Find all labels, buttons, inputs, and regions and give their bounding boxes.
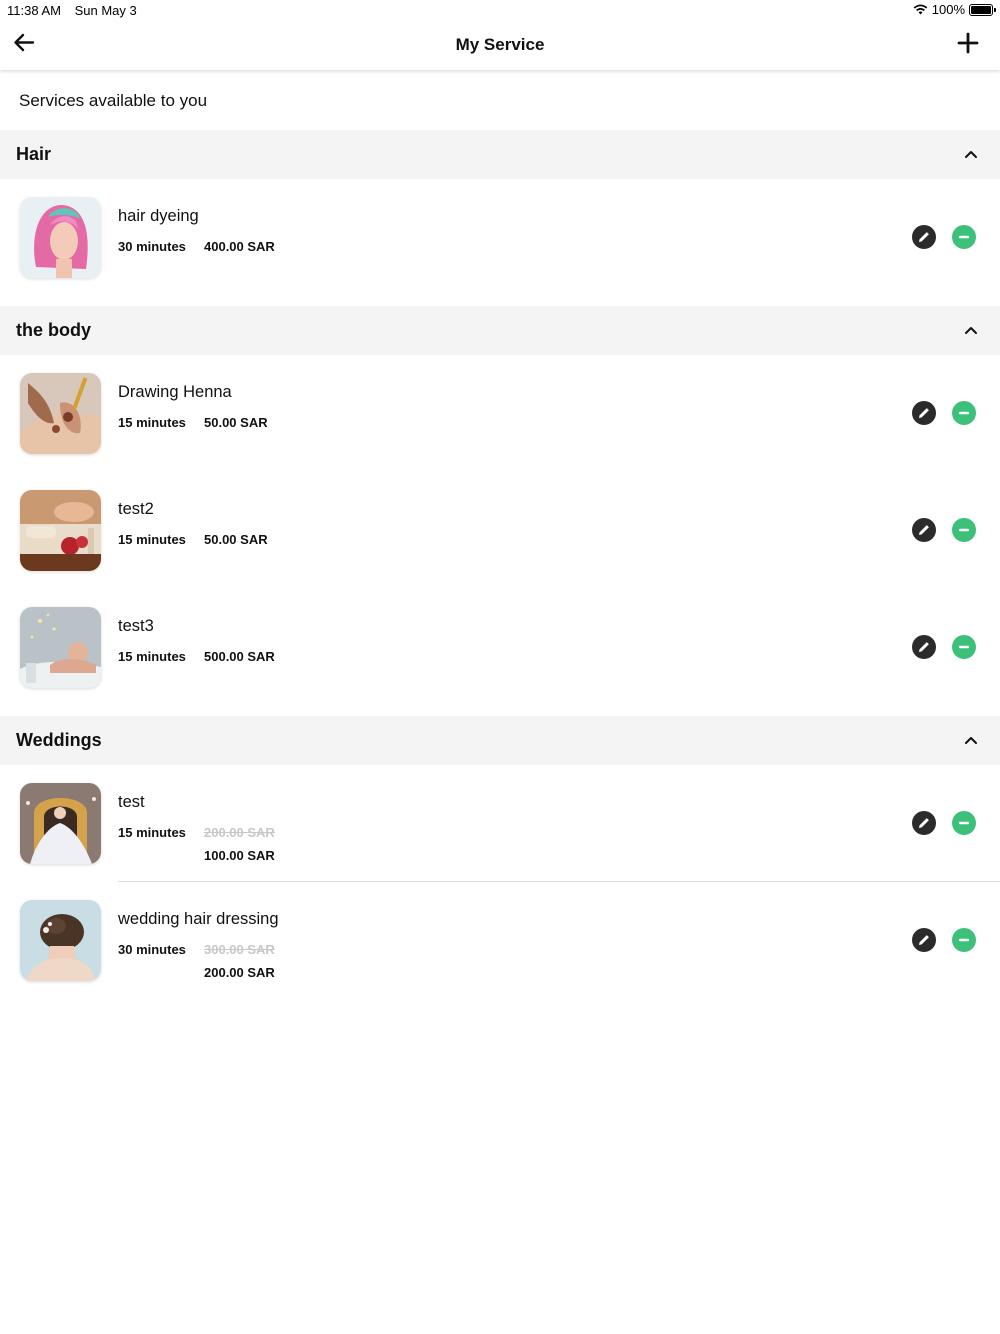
pencil-icon xyxy=(919,232,929,242)
minus-icon xyxy=(959,411,969,415)
service-duration: 15 minutes xyxy=(118,415,186,430)
chevron-up-icon[interactable] xyxy=(964,148,978,160)
service-original-price: 200.00 SAR xyxy=(204,825,275,840)
add-service-button[interactable] xyxy=(956,31,980,55)
battery-percent: 100% xyxy=(931,2,965,17)
service-row: test3 15 minutes 500.00 SAR xyxy=(0,589,1000,706)
minus-icon xyxy=(959,821,969,825)
service-price: 400.00 SAR xyxy=(204,239,275,254)
service-image xyxy=(20,607,101,688)
service-row: test 15 minutes 200.00 SAR 100.00 SAR xyxy=(0,765,1000,882)
service-price: 50.00 SAR xyxy=(204,415,268,430)
remove-service-button[interactable] xyxy=(952,635,976,659)
service-row: Drawing Henna 15 minutes 50.00 SAR xyxy=(0,355,1000,472)
section-header-weddings[interactable]: Weddings xyxy=(0,716,1000,765)
service-price: 500.00 SAR xyxy=(204,649,275,664)
section-title: Weddings xyxy=(16,730,102,750)
remove-service-button[interactable] xyxy=(952,225,976,249)
service-row: test2 15 minutes 50.00 SAR xyxy=(0,472,1000,589)
section-title: the body xyxy=(16,320,91,340)
service-image xyxy=(20,783,101,864)
service-duration: 15 minutes xyxy=(118,532,186,547)
chevron-up-icon[interactable] xyxy=(964,324,978,336)
section-header-the-body[interactable]: the body xyxy=(0,306,1000,355)
service-image xyxy=(20,490,101,571)
service-image xyxy=(20,900,101,981)
edit-service-button[interactable] xyxy=(912,635,936,659)
remove-service-button[interactable] xyxy=(952,811,976,835)
service-name: test xyxy=(118,793,145,811)
edit-service-button[interactable] xyxy=(912,928,936,952)
remove-service-button[interactable] xyxy=(952,401,976,425)
remove-service-button[interactable] xyxy=(952,928,976,952)
status-date: Sun May 3 xyxy=(74,3,137,18)
service-row: hair dyeing 30 minutes 400.00 SAR xyxy=(0,179,1000,296)
service-name: test3 xyxy=(118,617,154,635)
service-discounted-price: 200.00 SAR xyxy=(204,965,275,980)
section-title: Hair xyxy=(16,144,52,164)
minus-icon xyxy=(959,645,969,649)
remove-service-button[interactable] xyxy=(952,518,976,542)
service-name: Drawing Henna xyxy=(118,383,232,401)
service-duration: 30 minutes xyxy=(118,239,186,254)
service-duration: 30 minutes xyxy=(118,942,186,957)
section-header-hair[interactable]: Hair xyxy=(0,130,1000,179)
service-discounted-price: 100.00 SAR xyxy=(204,848,275,863)
pencil-icon xyxy=(919,818,929,828)
edit-service-button[interactable] xyxy=(912,811,936,835)
service-row: wedding hair dressing 30 minutes 300.00 … xyxy=(0,882,1000,999)
wifi-icon xyxy=(913,4,928,15)
minus-icon xyxy=(959,938,969,942)
navigation-bar: My Service xyxy=(0,22,1000,70)
service-image xyxy=(20,373,101,454)
plus-icon xyxy=(957,32,979,54)
service-duration: 15 minutes xyxy=(118,649,186,664)
chevron-up-icon[interactable] xyxy=(964,734,978,746)
edit-service-button[interactable] xyxy=(912,225,936,249)
service-price: 50.00 SAR xyxy=(204,532,268,547)
service-name: hair dyeing xyxy=(118,207,199,225)
edit-service-button[interactable] xyxy=(912,401,936,425)
services-intro-text: Services available to you xyxy=(19,91,208,110)
pencil-icon xyxy=(919,525,929,535)
status-time: 11:38 AM xyxy=(7,3,61,18)
pencil-icon xyxy=(919,935,929,945)
minus-icon xyxy=(959,235,969,239)
page-title: My Service xyxy=(455,35,545,54)
status-bar: 11:38 AM Sun May 3 100% xyxy=(0,0,1000,22)
service-duration: 15 minutes xyxy=(118,825,186,840)
pencil-icon xyxy=(919,408,929,418)
service-name: test2 xyxy=(118,500,154,518)
pencil-icon xyxy=(919,642,929,652)
minus-icon xyxy=(959,528,969,532)
service-image xyxy=(20,197,101,278)
edit-service-button[interactable] xyxy=(912,518,936,542)
battery-icon xyxy=(969,3,996,16)
service-name: wedding hair dressing xyxy=(118,910,279,928)
service-original-price: 300.00 SAR xyxy=(204,942,275,957)
